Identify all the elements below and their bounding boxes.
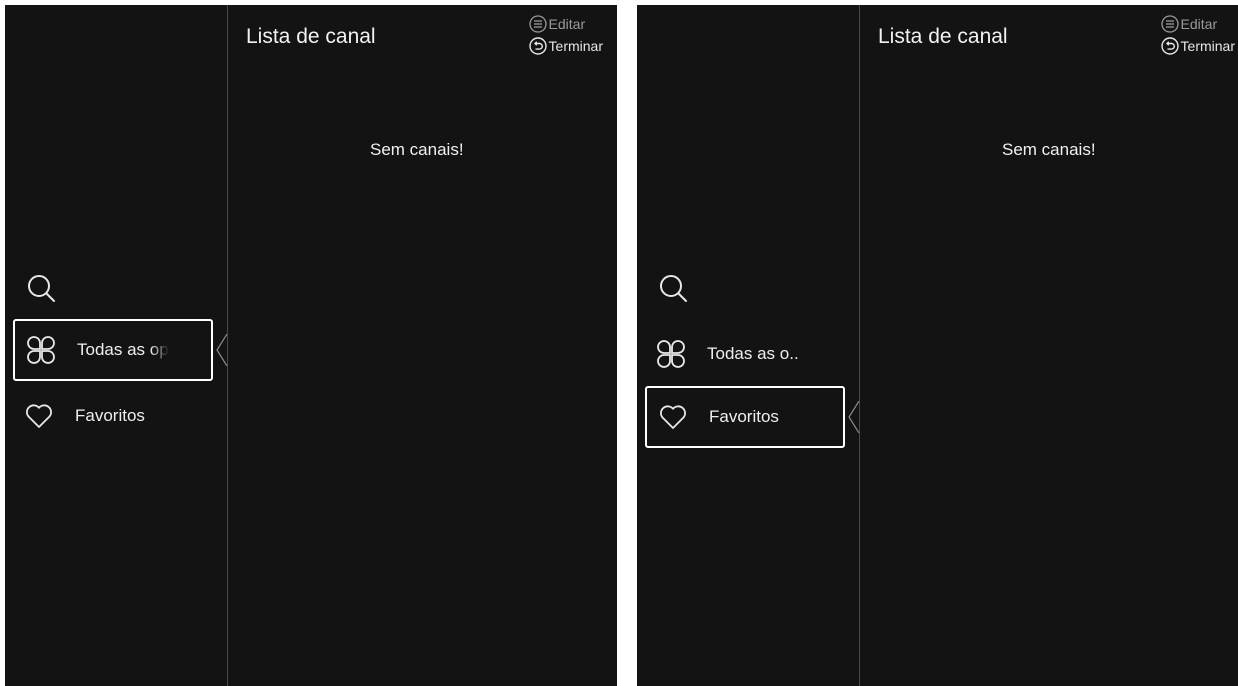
edit-button[interactable]: Editar <box>1160 13 1235 35</box>
sidebar-item-label: Favoritos <box>75 406 145 425</box>
edit-label: Editar <box>1180 16 1218 32</box>
header-actions: Editar Terminar <box>528 13 603 57</box>
page-title: Lista de canal <box>878 25 1008 48</box>
sidebar: Todas as op Favoritos <box>5 5 227 686</box>
finish-label: Terminar <box>548 38 603 54</box>
clover-icon <box>657 340 685 368</box>
sidebar-item-favorites[interactable]: Favoritos <box>645 386 845 448</box>
menu-circle-icon <box>1160 15 1179 33</box>
search-icon[interactable] <box>25 272 57 304</box>
heart-icon <box>26 404 52 428</box>
sidebar-item-all-channels[interactable]: Todas as o.. <box>645 323 845 385</box>
search-icon[interactable] <box>657 272 689 304</box>
edit-label: Editar <box>548 16 586 32</box>
sidebar-item-all-channels[interactable]: Todas as op <box>13 319 213 381</box>
channel-list-screen-1: Todas as op Favoritos Lista de canal Edi… <box>5 5 617 686</box>
sidebar: Todas as o.. Favoritos <box>637 5 859 686</box>
sidebar-item-label: Todas as op <box>77 340 169 359</box>
finish-button[interactable]: Terminar <box>528 35 603 57</box>
menu-circle-icon <box>528 15 547 33</box>
finish-label: Terminar <box>1180 38 1235 54</box>
empty-message: Sem canais! <box>370 140 464 159</box>
back-circle-icon <box>528 37 547 55</box>
channel-list-area: Lista de canal Editar Terminar Sem canai… <box>228 5 617 686</box>
selection-pointer-icon <box>848 401 860 433</box>
sidebar-item-label: Todas as o.. <box>707 344 799 363</box>
channel-list-screen-2: Todas as o.. Favoritos Lista de canal Ed… <box>637 5 1238 686</box>
heart-icon <box>660 405 686 429</box>
sidebar-item-favorites[interactable]: Favoritos <box>13 385 213 447</box>
header-actions: Editar Terminar <box>1160 13 1235 57</box>
page-title: Lista de canal <box>246 25 376 48</box>
finish-button[interactable]: Terminar <box>1160 35 1235 57</box>
channel-list-area: Lista de canal Editar Terminar Sem canai… <box>860 5 1238 686</box>
clover-icon <box>27 336 55 364</box>
selection-pointer-icon <box>216 334 228 366</box>
back-circle-icon <box>1160 37 1179 55</box>
empty-message: Sem canais! <box>1002 140 1096 159</box>
edit-button[interactable]: Editar <box>528 13 603 35</box>
sidebar-item-label: Favoritos <box>709 407 779 426</box>
